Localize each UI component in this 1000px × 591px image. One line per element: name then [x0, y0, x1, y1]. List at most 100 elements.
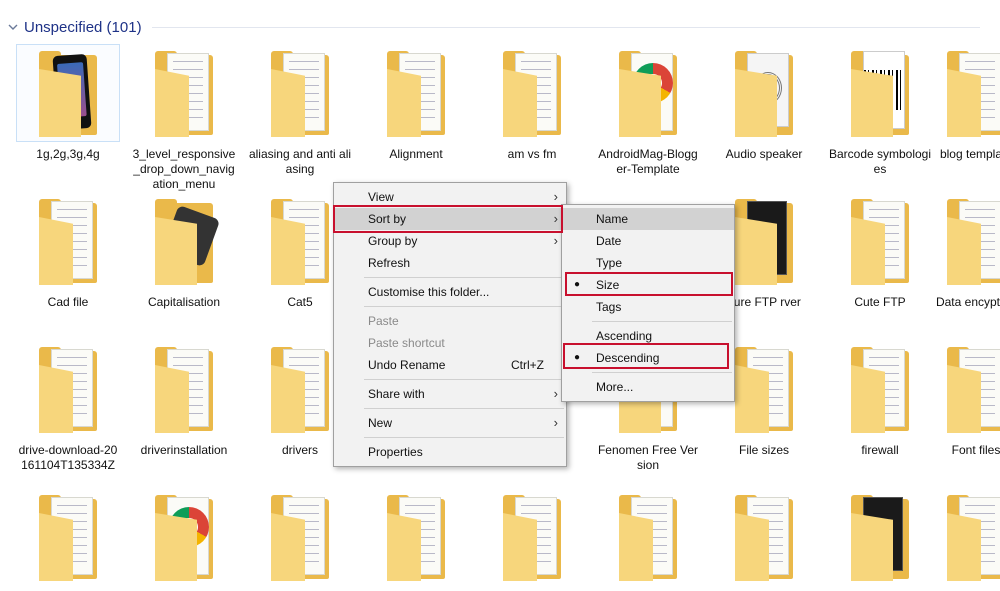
- folder-item[interactable]: Font files: [922, 340, 1000, 458]
- menu-separator: [592, 372, 732, 373]
- folder-item[interactable]: [362, 488, 470, 591]
- folder-icon: [828, 44, 932, 142]
- folder-item[interactable]: Capitalisation: [130, 192, 238, 310]
- menu-item-sort-by[interactable]: Sort by ›: [334, 208, 566, 230]
- folder-icon: [248, 488, 352, 586]
- folder-icon: [16, 488, 120, 586]
- folder-item[interactable]: [14, 488, 122, 591]
- menu-item-properties[interactable]: Properties: [334, 441, 566, 463]
- folder-item[interactable]: AndroidMag-Blogger-Template: [594, 44, 702, 177]
- folder-icon: [132, 192, 236, 290]
- menu-item-date[interactable]: Date: [562, 230, 734, 252]
- folder-item[interactable]: [594, 488, 702, 591]
- folder-name: aliasing and anti aliasing: [248, 147, 352, 176]
- folder-item[interactable]: am vs fm: [478, 44, 586, 162]
- folder-icon: [828, 340, 932, 438]
- folder-name: Capitalisation: [147, 295, 221, 309]
- group-header[interactable]: Unspecified (101): [0, 15, 1000, 39]
- folder-name: Barcode symbologies: [828, 147, 932, 176]
- menu-separator: [364, 408, 564, 409]
- menu-item-label: View: [368, 190, 394, 204]
- folder-icon: [828, 488, 932, 586]
- folder-item[interactable]: 1g,2g,3g,4g: [14, 44, 122, 162]
- folder-item[interactable]: [130, 488, 238, 591]
- menu-item-label: Size: [596, 278, 620, 292]
- folder-icon: [924, 44, 1000, 142]
- folder-icon: [924, 488, 1000, 586]
- context-menu: View › Sort by › Group by › Refresh Customise t…: [333, 182, 567, 467]
- menu-item-refresh[interactable]: Refresh: [334, 252, 566, 274]
- menu-item-label: Undo Rename: [368, 358, 446, 372]
- menu-item-undo-rename[interactable]: Undo Rename Ctrl+Z: [334, 354, 566, 376]
- folder-name: Cad file: [47, 295, 89, 309]
- group-title: Unspecified (101): [24, 18, 142, 36]
- menu-item-more[interactable]: More...: [562, 376, 734, 398]
- folder-icon: [132, 340, 236, 438]
- menu-item-label: Refresh: [368, 256, 411, 270]
- menu-item-size[interactable]: ● Size: [562, 274, 734, 296]
- folder-item[interactable]: driverinstallation: [130, 340, 238, 458]
- folder-name: AndroidMag-Blogger-Template: [598, 147, 698, 176]
- chevron-right-icon: ›: [553, 415, 558, 430]
- shortcut-label: Ctrl+Z: [511, 358, 544, 372]
- folder-icon: [248, 44, 352, 142]
- folder-name: Cute FTP: [854, 295, 906, 309]
- menu-item-view[interactable]: View ›: [334, 186, 566, 208]
- menu-item-share-with[interactable]: Share with ›: [334, 383, 566, 405]
- menu-item-label: Type: [596, 256, 623, 270]
- folder-icon: [480, 44, 584, 142]
- menu-item-label: Name: [596, 212, 629, 226]
- folder-icon: [924, 192, 1000, 290]
- menu-item-tags[interactable]: Tags: [562, 296, 734, 318]
- folder-icon: [364, 488, 468, 586]
- folder-item[interactable]: Alignment: [362, 44, 470, 162]
- menu-item-customise-this-folder[interactable]: Customise this folder...: [334, 281, 566, 303]
- folder-item[interactable]: [246, 488, 354, 591]
- chevron-down-icon[interactable]: [6, 20, 20, 34]
- menu-item-new[interactable]: New ›: [334, 412, 566, 434]
- menu-item-group-by[interactable]: Group by ›: [334, 230, 566, 252]
- menu-item-label: Paste shortcut: [368, 336, 445, 350]
- folder-item[interactable]: Cad file: [14, 192, 122, 310]
- folder-item[interactable]: blog template: [922, 44, 1000, 162]
- folder-item[interactable]: Barcode symbologies: [826, 44, 934, 177]
- folder-item[interactable]: Data encyption: [922, 192, 1000, 310]
- folder-name: driverinstallation: [140, 443, 228, 457]
- folder-item[interactable]: Cute FTP: [826, 192, 934, 310]
- group-divider: [151, 26, 980, 28]
- bullet-icon: ●: [574, 279, 581, 290]
- menu-item-paste-shortcut: Paste shortcut: [334, 332, 566, 354]
- folder-icon: [924, 340, 1000, 438]
- menu-separator: [364, 437, 564, 438]
- menu-item-label: Sort by: [368, 212, 407, 226]
- menu-item-descending[interactable]: ● Descending: [562, 347, 734, 369]
- folder-item[interactable]: [710, 488, 818, 591]
- menu-item-label: Tags: [596, 300, 622, 314]
- menu-item-type[interactable]: Type: [562, 252, 734, 274]
- folder-item[interactable]: drive-download-20161104T135334Z: [14, 340, 122, 473]
- menu-item-label: Properties: [368, 445, 423, 459]
- folder-item[interactable]: Audio speaker: [710, 44, 818, 162]
- folder-icon: [364, 44, 468, 142]
- folder-icon: [828, 192, 932, 290]
- menu-item-label: Share with: [368, 387, 425, 401]
- menu-item-label: Ascending: [596, 329, 653, 343]
- menu-item-label: Customise this folder...: [368, 285, 490, 299]
- menu-item-label: New: [368, 416, 393, 430]
- folder-name: firewall: [861, 443, 899, 457]
- folder-item[interactable]: [922, 488, 1000, 591]
- menu-separator: [364, 379, 564, 380]
- folder-icon: [16, 340, 120, 438]
- folder-item[interactable]: [826, 488, 934, 591]
- chevron-right-icon: ›: [553, 211, 558, 226]
- folder-icon: [132, 44, 236, 142]
- folder-name: 3_level_responsive_drop_down_navigation_…: [132, 147, 236, 191]
- menu-separator: [364, 277, 564, 278]
- menu-item-name[interactable]: Name: [562, 208, 734, 230]
- folder-item[interactable]: aliasing and anti aliasing: [246, 44, 354, 177]
- folder-item[interactable]: [478, 488, 586, 591]
- folder-item[interactable]: firewall: [826, 340, 934, 458]
- menu-item-ascending[interactable]: Ascending: [562, 325, 734, 347]
- bullet-icon: ●: [574, 352, 581, 363]
- folder-item[interactable]: 3_level_responsive_drop_down_navigation_…: [130, 44, 238, 192]
